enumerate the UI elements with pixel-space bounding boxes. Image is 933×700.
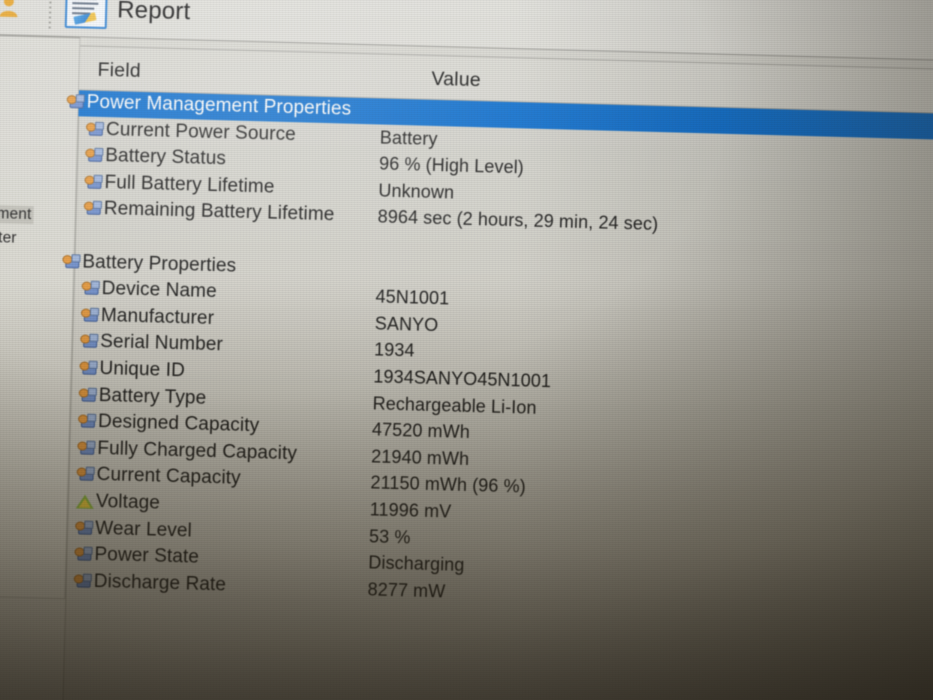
row-value: Battery <box>379 127 438 149</box>
chip-icon <box>85 121 105 137</box>
row-field-label: Unique ID <box>99 357 186 382</box>
row-value: 96 % (High Level) <box>378 153 525 178</box>
column-header-value[interactable]: Value <box>431 68 481 92</box>
chip-icon <box>78 387 97 403</box>
row-value: SANYO <box>374 313 439 335</box>
chip-icon <box>66 94 85 110</box>
row-field-label: Fully Charged Capacity <box>97 437 298 465</box>
row-field-label: Battery Type <box>98 384 207 409</box>
user-icon[interactable] <box>0 0 19 18</box>
row-field-label: Voltage <box>95 490 161 514</box>
row-field-label: Power State <box>94 544 200 568</box>
report-button-label: Report <box>116 0 191 26</box>
row-value: Discharging <box>368 552 465 576</box>
row-field-label: Device Name <box>101 278 218 303</box>
row-field-label: Full Battery Lifetime <box>104 171 275 198</box>
row-field-label: Discharge Rate <box>93 570 227 596</box>
chip-icon <box>73 573 92 589</box>
chip-icon <box>74 546 93 563</box>
report-button[interactable]: Report <box>61 0 199 37</box>
row-field-label: Battery Status <box>104 145 227 170</box>
row-value: 11996 mV <box>369 499 452 522</box>
warning-icon <box>75 493 95 509</box>
chip-icon <box>77 440 96 456</box>
row-field-label: Manufacturer <box>100 304 215 329</box>
chip-icon <box>85 147 104 164</box>
chip-icon <box>78 413 97 430</box>
row-value: 8964 sec (2 hours, 29 min, 24 sec) <box>377 206 659 235</box>
row-field-label: Remaining Battery Lifetime <box>103 198 335 226</box>
chip-icon <box>80 334 99 350</box>
sidebar-item-2[interactable]: nagement <box>0 204 34 225</box>
report-document-pen-icon <box>64 0 108 30</box>
chip-icon <box>79 360 98 376</box>
row-value: Rechargeable Li-Ion <box>372 392 537 418</box>
row-value: 21150 mWh (96 %) <box>370 472 527 497</box>
row-value: 53 % <box>368 525 411 548</box>
chip-icon <box>75 520 94 536</box>
row-value: 45N1001 <box>375 286 450 309</box>
chip-icon <box>62 253 81 270</box>
column-header-field[interactable]: Field <box>97 59 141 83</box>
row-field-label: Current Power Source <box>105 118 297 145</box>
row-field-label: Wear Level <box>94 517 193 542</box>
row-value: 21940 mWh <box>370 446 470 469</box>
toolbar-separator <box>48 0 52 31</box>
application-window: taamenagementomputerdystemia-saretygbase <box>0 0 933 700</box>
screen-photo: taamenagementomputerdystemia-saretygbase <box>0 0 933 700</box>
row-field-label: Battery Properties <box>82 251 237 277</box>
row-field-label: Power Management Properties <box>86 91 352 120</box>
row-field-label: Serial Number <box>99 331 224 356</box>
chip-icon <box>84 174 103 190</box>
chip-icon <box>76 467 95 483</box>
chip-icon <box>80 307 100 323</box>
report-row-list: Power Management Properties Current Power… <box>62 90 933 675</box>
row-value: 1934 <box>373 339 415 361</box>
row-value: 8277 mW <box>367 579 446 602</box>
row-value: 47520 mWh <box>371 419 471 443</box>
row-value: 1934SANYO45N1001 <box>373 366 552 392</box>
chip-icon <box>83 201 103 217</box>
chip-icon <box>81 280 100 297</box>
row-field-label: Designed Capacity <box>97 411 260 437</box>
row-field-label: Current Capacity <box>96 464 242 490</box>
sidebar-item-3[interactable]: omputer <box>0 228 17 248</box>
row-value: Unknown <box>378 180 455 203</box>
